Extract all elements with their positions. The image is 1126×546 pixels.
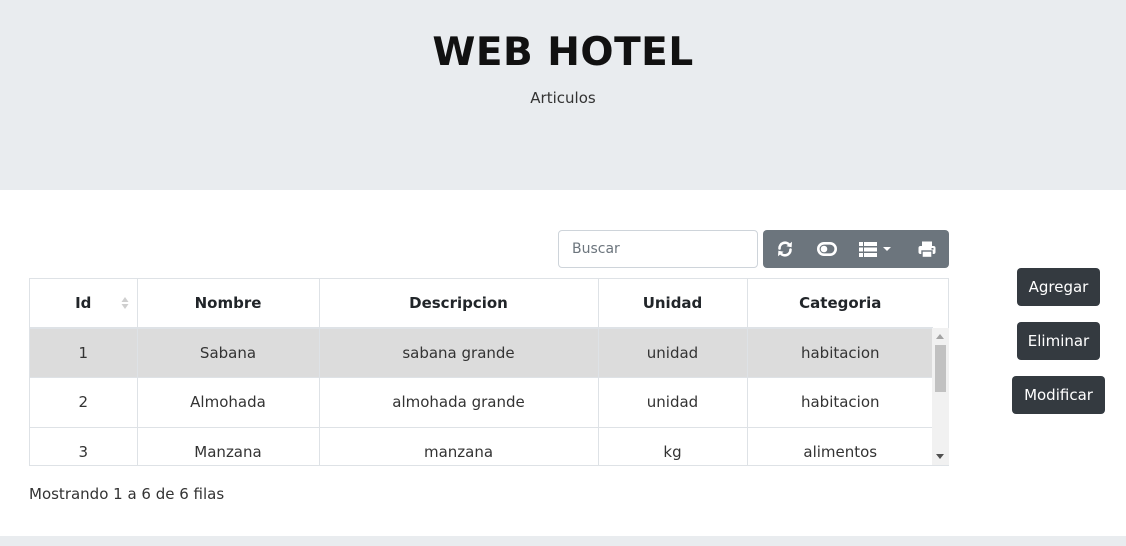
cell-descripcion: manzana [319, 426, 599, 465]
delete-button[interactable]: Eliminar [1017, 322, 1100, 360]
cell-unidad: unidad [598, 377, 748, 427]
refresh-icon [778, 241, 792, 257]
cell-nombre: Manzana [137, 426, 320, 465]
column-header-label: Id [75, 294, 92, 312]
add-button[interactable]: Agregar [1017, 268, 1100, 306]
table-row[interactable]: 2 Almohada almohada grande unidad habita… [30, 377, 933, 427]
cell-nombre: Sabana [137, 327, 320, 378]
articles-table: Id Nombre Descripcion Unidad Categoria 1… [29, 278, 949, 466]
table-toolbar [763, 230, 949, 268]
cell-nombre: Almohada [137, 377, 320, 427]
edit-button[interactable]: Modificar [1012, 376, 1105, 414]
table-scrollbar[interactable] [932, 328, 949, 465]
scrollbar-thumb[interactable] [935, 345, 946, 392]
page-title: WEB HOTEL [432, 30, 694, 75]
cell-categoria: habitacion [747, 377, 933, 427]
cell-descripcion: sabana grande [319, 327, 599, 378]
cell-categoria: habitacion [747, 327, 933, 378]
cell-id: 1 [30, 327, 138, 378]
column-header-unidad[interactable]: Unidad [598, 279, 748, 329]
scroll-down-icon[interactable] [936, 454, 944, 459]
cell-unidad: kg [598, 426, 748, 465]
page-header: WEB HOTEL Articulos [0, 0, 1126, 190]
table-row[interactable]: 1 Sabana sabana grande unidad habitacion [30, 327, 933, 378]
column-header-descripcion[interactable]: Descripcion [319, 279, 599, 329]
toggle-icon [817, 242, 837, 256]
footer-band [0, 536, 1126, 546]
print-icon [918, 241, 936, 258]
column-header-categoria[interactable]: Categoria [747, 279, 933, 329]
cell-categoria: alimentos [747, 426, 933, 465]
cell-id: 3 [30, 426, 138, 465]
cell-descripcion: almohada grande [319, 377, 599, 427]
chevron-down-icon [883, 247, 891, 251]
scroll-up-icon[interactable] [936, 334, 944, 339]
table-row[interactable]: 3 Manzana manzana kg alimentos [30, 426, 933, 465]
sort-icon [121, 297, 128, 309]
refresh-button[interactable] [763, 230, 807, 268]
toggle-view-button[interactable] [807, 230, 847, 268]
column-header-nombre[interactable]: Nombre [137, 279, 320, 329]
print-button[interactable] [905, 230, 949, 268]
table-header-row: Id Nombre Descripcion Unidad Categoria [30, 279, 933, 329]
cell-id: 2 [30, 377, 138, 427]
columns-dropdown-button[interactable] [847, 230, 905, 268]
search-input[interactable] [558, 230, 758, 268]
page-subtitle: Articulos [530, 89, 596, 107]
column-header-id[interactable]: Id [30, 279, 138, 329]
pagination-info: Mostrando 1 a 6 de 6 filas [29, 485, 225, 503]
columns-icon [859, 241, 877, 257]
cell-unidad: unidad [598, 327, 748, 378]
